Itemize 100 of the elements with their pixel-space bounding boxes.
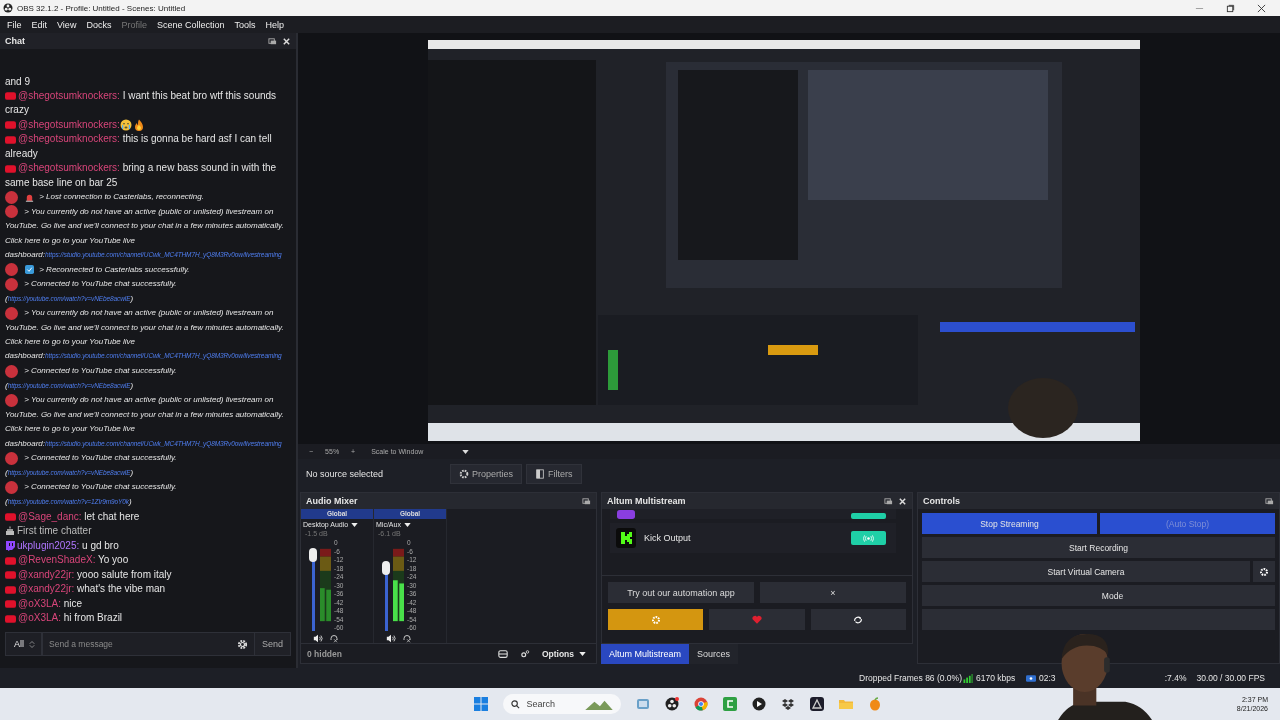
send-button[interactable]: Send — [253, 632, 291, 656]
play-icon[interactable] — [752, 697, 767, 711]
dock-tab[interactable]: Sources — [689, 644, 739, 664]
gear-icon — [459, 468, 469, 479]
broadcast-icon — [863, 534, 874, 542]
username[interactable]: @oX3LA: — [18, 612, 61, 624]
headphones-icon[interactable] — [329, 634, 339, 643]
output-toggle-button[interactable] — [851, 513, 886, 519]
dropdown-caret-icon[interactable] — [462, 449, 470, 454]
speaker-icon[interactable] — [386, 634, 396, 643]
chat-message: @oX3LA: hi from Brazil — [5, 611, 293, 626]
maximize-icon[interactable] — [1226, 3, 1235, 13]
signal-icon — [963, 673, 973, 683]
output-toggle-button[interactable] — [851, 531, 886, 545]
bot-avatar — [5, 277, 18, 291]
fps-reading: 30.00 / 30.00 FPS — [1196, 673, 1266, 683]
float-icon[interactable] — [582, 496, 591, 506]
youtube-icon — [5, 571, 16, 580]
slider-thumb[interactable] — [382, 560, 390, 575]
username[interactable]: @xandy22jr: — [18, 568, 75, 580]
settings-icon[interactable] — [236, 638, 248, 650]
bot-avatar — [5, 190, 18, 204]
bot-avatar — [5, 306, 18, 320]
promo-button[interactable]: Try out our automation app — [608, 582, 754, 603]
filters-button[interactable]: Filters — [526, 463, 582, 484]
control-button[interactable]: Mode — [922, 585, 1275, 606]
taskbar-search[interactable]: Search — [503, 694, 622, 714]
chat-message: @shegotsumknockers: I want this beat bro wtf this sounds crazy — [5, 88, 278, 118]
gear-icon — [650, 614, 661, 625]
search-icon — [511, 699, 521, 709]
app-logo-icon[interactable] — [665, 697, 680, 711]
headphones-icon[interactable] — [402, 634, 412, 643]
properties-button[interactable]: Properties — [450, 463, 523, 484]
chat-message: @shegotsumknockers: bring a new bass sound in with the same base line on bar 25 — [5, 161, 278, 190]
cake-icon — [5, 526, 15, 537]
speaker-icon[interactable] — [313, 634, 323, 643]
dock-title: Chat — [5, 36, 26, 46]
control-button[interactable]: Start Recording — [922, 537, 1275, 558]
dock-tab[interactable]: Altum Multistream — [601, 644, 689, 664]
slider-thumb[interactable] — [309, 548, 317, 563]
caret-icon — [579, 651, 586, 656]
heart-icon — [752, 614, 762, 625]
filter-select[interactable]: All — [5, 632, 42, 656]
up-down-arrows-icon — [29, 639, 35, 649]
bitrate: 6170 kbps — [975, 673, 1017, 683]
advanced-settings-icon[interactable] — [519, 648, 530, 659]
chat-message: @RevenShadeX: Yo yoo — [5, 553, 293, 568]
youtube-icon — [5, 92, 16, 101]
menu-item[interactable]: Tools — [229, 19, 261, 30]
username[interactable]: @RevenShadeX: — [18, 554, 96, 566]
username[interactable]: @shegotsumknockers: — [18, 133, 120, 145]
fire-emoji-icon — [132, 119, 145, 132]
app-logo-icon — [3, 3, 13, 13]
username[interactable]: @shegotsumknockers: — [18, 162, 120, 174]
control-button[interactable]: Start Virtual Camera — [922, 561, 1250, 582]
twitch-logo-icon — [616, 510, 636, 519]
username[interactable]: @oX3LA: — [18, 598, 61, 610]
chat-message: @xandy22jr: yooo salute from italy — [5, 567, 293, 583]
menu-item[interactable]: File — [2, 19, 27, 30]
username[interactable]: @xandy22jr: — [18, 583, 75, 595]
bot-avatar — [5, 263, 18, 277]
hidden-count[interactable]: 0 hidden — [301, 648, 348, 659]
youtube-icon — [5, 614, 16, 623]
live-icon — [1026, 673, 1036, 683]
options-dropdown[interactable]: Options — [541, 648, 596, 659]
control-button[interactable]: Stop Streaming — [922, 513, 1097, 534]
username[interactable]: ukplugin2025: — [17, 539, 80, 551]
bot-avatar — [5, 393, 18, 407]
close-icon[interactable] — [1257, 3, 1266, 13]
settings-button[interactable] — [1253, 561, 1275, 582]
menu-item[interactable]: Edit — [26, 19, 53, 30]
float-icon[interactable] — [1265, 496, 1274, 506]
layout-icon[interactable] — [497, 648, 508, 659]
menu-item[interactable]: Docks — [81, 19, 117, 30]
username[interactable]: @shegotsumknockers: — [18, 90, 120, 102]
box-icon[interactable] — [781, 697, 796, 711]
youtube-icon — [5, 135, 16, 144]
window-title: OBS 32.1.2 - Profile: Untitled - Scenes: Untitled — [17, 3, 187, 13]
check-icon — [25, 265, 34, 275]
browser-icon[interactable] — [694, 697, 709, 711]
windows-start-icon[interactable] — [474, 697, 489, 711]
username[interactable]: @shegotsumknockers: — [18, 119, 120, 131]
youtube-icon — [5, 512, 16, 521]
chat-message: @oX3LA: nice — [5, 596, 293, 612]
system-message: > Lost connection to Casterlabs, reconnecting. — [5, 190, 293, 205]
youtube-icon — [5, 556, 16, 565]
menu-item[interactable]: Help — [260, 19, 289, 30]
source-status: No source selected — [306, 468, 385, 479]
system-message: > Reconnected to Casterlabs successfully. — [5, 262, 293, 278]
username[interactable]: @Sage_danc: — [18, 510, 82, 522]
cpu-usage: :7.4% — [1164, 673, 1188, 683]
message-input[interactable]: Send a message — [42, 632, 237, 656]
menu-item[interactable]: View — [52, 19, 82, 30]
menu-item[interactable]: Scene Collection — [151, 19, 230, 30]
float-icon[interactable] — [884, 496, 893, 506]
dismiss-button[interactable]: × — [760, 582, 906, 603]
youtube-icon — [5, 121, 16, 130]
float-icon[interactable] — [268, 36, 277, 46]
app-icon[interactable] — [810, 697, 825, 711]
chat-message: @xandy22jr: what's the vibe man — [5, 582, 293, 597]
